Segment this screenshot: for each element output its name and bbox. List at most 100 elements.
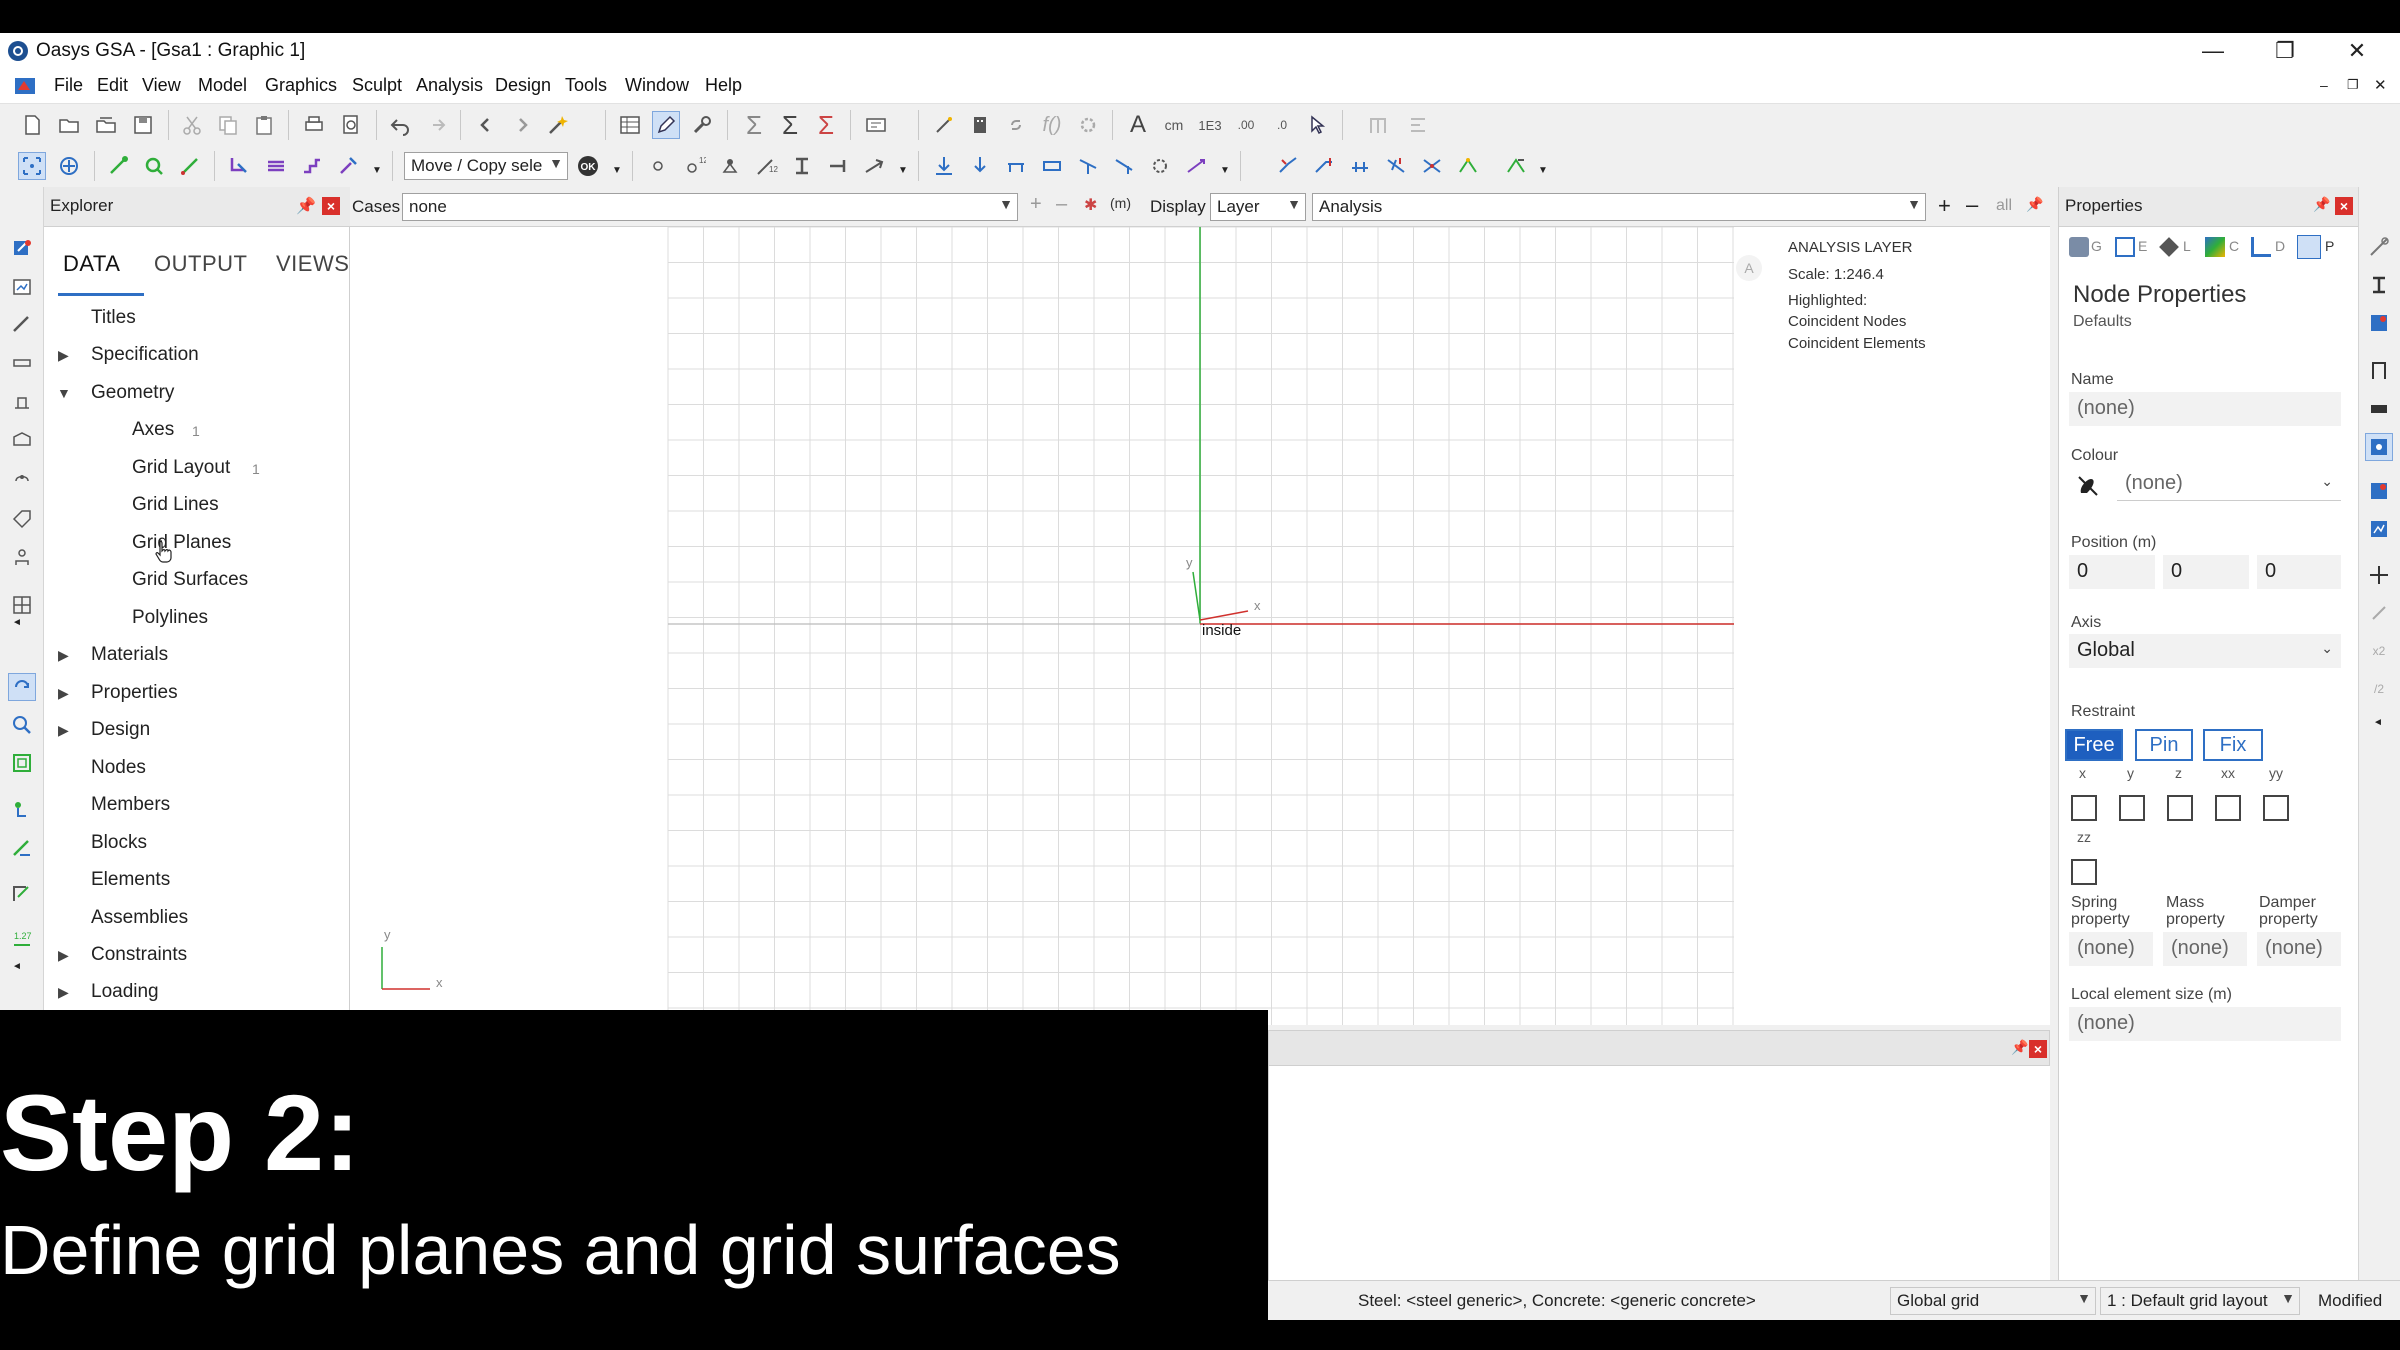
link-icon[interactable]: [1002, 111, 1030, 139]
result-settings-icon[interactable]: [1502, 152, 1530, 180]
element-size-field[interactable]: (none): [2069, 1007, 2341, 1041]
zoom-extents-icon[interactable]: [8, 749, 36, 777]
magic-icon[interactable]: [930, 111, 958, 139]
menu-model[interactable]: Model: [198, 75, 247, 96]
result-diagram-icon[interactable]: [1454, 152, 1482, 180]
ok-icon[interactable]: OK: [574, 152, 602, 180]
gear-icon[interactable]: [1074, 111, 1102, 139]
prop-tab-elements-icon[interactable]: [2115, 237, 2135, 257]
back-icon[interactable]: [472, 111, 500, 139]
tree-item-materials[interactable]: Materials: [91, 644, 168, 666]
rs-result-icon[interactable]: [2365, 515, 2393, 543]
result-contour-icon[interactable]: [1418, 152, 1446, 180]
menu-tools[interactable]: Tools: [565, 75, 607, 96]
tools-icon[interactable]: [688, 111, 716, 139]
menu-view[interactable]: View: [142, 75, 181, 96]
load-line-icon[interactable]: [1110, 152, 1138, 180]
remove-case-icon[interactable]: –: [1056, 193, 1067, 216]
decimals-icon[interactable]: .0: [1268, 111, 1296, 139]
function-icon[interactable]: f(): [1038, 111, 1066, 139]
member-tool-icon[interactable]: [8, 833, 36, 861]
prop-tab-design-icon[interactable]: [2251, 237, 2271, 257]
menu-window[interactable]: Window: [625, 75, 689, 96]
node-tool-icon[interactable]: [8, 795, 36, 823]
load-grid-icon[interactable]: [1074, 152, 1102, 180]
support-icon[interactable]: [716, 152, 744, 180]
pin-icon[interactable]: 📌: [2313, 196, 2330, 213]
undo-icon[interactable]: [386, 111, 414, 139]
save-icon[interactable]: [129, 111, 157, 139]
tree-item-grid-lines[interactable]: Grid Lines: [132, 494, 219, 516]
tab-data[interactable]: DATA: [63, 251, 120, 277]
tree-item-geometry[interactable]: Geometry: [91, 382, 174, 404]
output-close-icon[interactable]: ×: [2029, 1040, 2047, 1058]
rs-beam-icon[interactable]: [2365, 271, 2393, 299]
menu-design[interactable]: Design: [495, 75, 551, 96]
strip-collapse-icon[interactable]: ◄: [12, 961, 22, 972]
table-icon[interactable]: [616, 111, 644, 139]
remove-layer-icon[interactable]: –: [1966, 192, 1978, 218]
cut-icon[interactable]: [178, 111, 206, 139]
tree-item-polylines[interactable]: Polylines: [132, 607, 208, 629]
pin-icon[interactable]: 📌: [296, 196, 316, 216]
strip-collapse-icon[interactable]: ◄: [2373, 717, 2383, 728]
edit-element-icon[interactable]: [334, 152, 362, 180]
rs-move-icon[interactable]: [2365, 561, 2393, 589]
dof-xx-checkbox[interactable]: [2215, 795, 2241, 821]
mdi-restore-icon[interactable]: ❐: [2347, 77, 2359, 93]
building-icon[interactable]: [966, 111, 994, 139]
minimize-icon[interactable]: —: [2178, 33, 2248, 69]
prop-tab-loads-icon[interactable]: [2159, 237, 2179, 257]
output-icon[interactable]: [862, 111, 890, 139]
restraint-free-button[interactable]: Free: [2065, 729, 2123, 761]
add-node-icon[interactable]: [104, 152, 132, 180]
step-icon[interactable]: [298, 152, 326, 180]
rs-node-props-icon[interactable]: [2365, 433, 2393, 461]
prop-tab-properties-icon[interactable]: [2297, 235, 2321, 259]
dropdown-arrow-icon[interactable]: ▼: [612, 165, 622, 176]
paste-icon[interactable]: [250, 111, 278, 139]
expand-arrow-icon[interactable]: ▶: [58, 722, 69, 739]
new-file-icon[interactable]: [18, 111, 46, 139]
tree-item-axes[interactable]: Axes: [132, 419, 174, 441]
prop-tab-general-icon[interactable]: [2069, 237, 2089, 257]
rs-node-icon[interactable]: [2365, 233, 2393, 261]
ruler-icon[interactable]: [8, 311, 36, 339]
grid-layout-select[interactable]: 1 : Default grid layout ▼: [2100, 1287, 2300, 1315]
move-copy-select[interactable]: Move / Copy sele ▼: [404, 152, 568, 180]
zoom-node-icon[interactable]: [140, 152, 168, 180]
orientation-icon[interactable]: [860, 152, 888, 180]
restore-icon[interactable]: ❐: [2250, 33, 2320, 69]
node-number-icon[interactable]: 123: [680, 152, 708, 180]
sum-icon[interactable]: Σ: [740, 110, 768, 140]
person-icon[interactable]: [8, 543, 36, 571]
text-icon[interactable]: A: [1124, 111, 1152, 139]
sum-delete-icon[interactable]: Σ: [812, 110, 840, 140]
menu-sculpt[interactable]: Sculpt: [352, 75, 402, 96]
menu-edit[interactable]: Edit: [97, 75, 128, 96]
grid-icon[interactable]: [8, 591, 36, 619]
dof-yy-checkbox[interactable]: [2263, 795, 2289, 821]
close-icon[interactable]: ✕: [2322, 33, 2392, 69]
result-shear-icon[interactable]: [1310, 152, 1338, 180]
add-layer-icon[interactable]: +: [1938, 193, 1951, 219]
display-select[interactable]: Layer ▼: [1210, 193, 1306, 221]
node-circle-icon[interactable]: [644, 152, 672, 180]
explorer-close-icon[interactable]: ×: [322, 197, 340, 215]
load-area-icon[interactable]: [1038, 152, 1066, 180]
rs-divide-icon[interactable]: /2: [2365, 675, 2393, 703]
load-node-icon[interactable]: [966, 152, 994, 180]
select-icon[interactable]: [18, 152, 46, 180]
connect-icon[interactable]: [176, 152, 204, 180]
tree-item-grid-planes[interactable]: Grid Planes: [132, 532, 231, 554]
strip-collapse-icon[interactable]: ◄: [12, 617, 22, 628]
cursor-icon[interactable]: [1304, 111, 1332, 139]
tab-output[interactable]: OUTPUT: [154, 251, 247, 277]
rs-load-icon[interactable]: [2365, 477, 2393, 505]
load-strip-icon[interactable]: [8, 463, 36, 491]
mass-select[interactable]: (none): [2163, 932, 2247, 966]
element-number-icon[interactable]: 123: [752, 152, 780, 180]
layout-icon[interactable]: [1404, 111, 1432, 139]
position-z-field[interactable]: 0: [2257, 555, 2341, 589]
units-icon[interactable]: cm: [1160, 111, 1188, 139]
